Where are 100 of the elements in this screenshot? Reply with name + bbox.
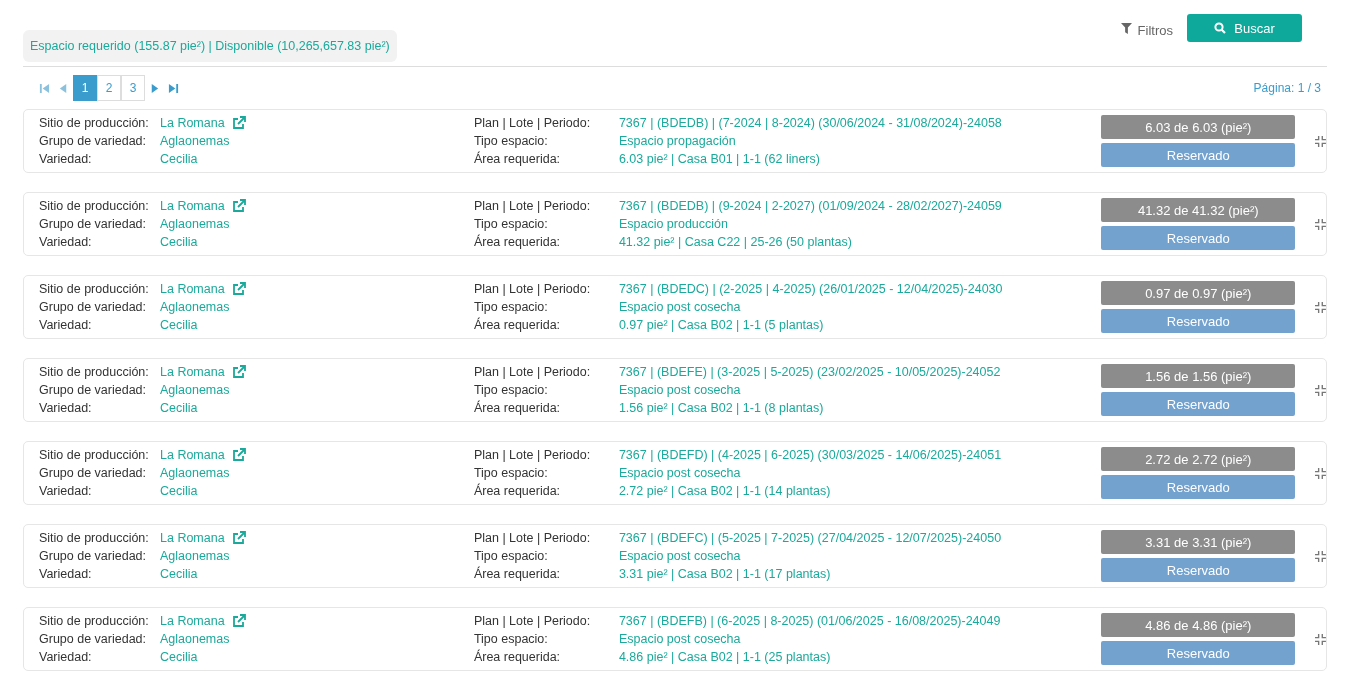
field-label: Área requerida:	[473, 235, 562, 249]
field-label: Grupo de variedad:	[39, 466, 147, 480]
field-value: Aglaonemas	[160, 300, 231, 314]
field-label: Tipo espacio:	[473, 300, 549, 314]
field-label: Variedad:	[39, 567, 93, 581]
field-value: Espacio post cosecha	[618, 549, 742, 563]
field-value: 7367 | (BDEFC) | (5-2025 | 7-2025) (27/04/2025 - 12/07/2025)-24050	[618, 531, 1003, 545]
field-label: Plan | Lote | Periodo:	[473, 116, 592, 130]
field-value: Cecilia	[160, 152, 199, 166]
page-button[interactable]: 3	[121, 75, 145, 101]
field-label: Grupo de variedad:	[39, 383, 147, 397]
field-label: Área requerida:	[473, 567, 562, 581]
field-value: Cecilia	[160, 650, 199, 664]
collapse-icon[interactable]	[1315, 301, 1326, 313]
field-label: Área requerida:	[473, 152, 562, 166]
field-value: 3.31 pie² | Casa B02 | 1-1 (17 plantas)	[618, 567, 832, 581]
page-button[interactable]: 1	[73, 75, 97, 101]
field-label: Tipo espacio:	[473, 632, 549, 646]
field-label: Grupo de variedad:	[39, 632, 147, 646]
field-label: Grupo de variedad:	[39, 217, 147, 231]
external-link-icon[interactable]	[231, 116, 246, 130]
field-value: Aglaonemas	[160, 383, 231, 397]
field-value: Aglaonemas	[160, 217, 231, 231]
status-button[interactable]: Reservado	[1101, 143, 1296, 167]
field-label: Área requerida:	[473, 401, 562, 415]
field-label: Variedad:	[39, 152, 93, 166]
field-value: 7367 | (BDEDB) | (7-2024 | 8-2024) (30/06/2024 - 31/08/2024)-24058	[618, 116, 1003, 130]
status-button[interactable]: Reservado	[1101, 475, 1296, 499]
collapse-icon[interactable]	[1315, 633, 1326, 645]
field-value: 4.86 pie² | Casa B02 | 1-1 (25 plantas)	[618, 650, 832, 664]
collapse-icon[interactable]	[1315, 218, 1326, 230]
field-value: Cecilia	[160, 567, 199, 581]
field-label: Sitio de producción:	[39, 614, 150, 628]
field-value: Espacio producción	[618, 217, 729, 231]
amount-badge: 0.97 de 0.97 (pie²)	[1101, 281, 1296, 305]
filters-link[interactable]: Filtros	[1137, 22, 1173, 38]
collapse-icon[interactable]	[1315, 550, 1326, 562]
site-link[interactable]: La Romana	[160, 614, 225, 628]
site-link[interactable]: La Romana	[160, 531, 225, 545]
field-label: Sitio de producción:	[39, 199, 150, 213]
collapse-icon[interactable]	[1315, 467, 1326, 479]
field-value: Aglaonemas	[160, 134, 231, 148]
field-value: 6.03 pie² | Casa B01 | 1-1 (62 liners)	[618, 152, 821, 166]
field-label: Plan | Lote | Periodo:	[473, 365, 592, 379]
external-link-icon[interactable]	[231, 448, 246, 462]
site-link[interactable]: La Romana	[160, 448, 225, 462]
field-value: 7367 | (BDEFB) | (6-2025 | 8-2025) (01/06/2025 - 16/08/2025)-24049	[618, 614, 1002, 628]
field-label: Variedad:	[39, 318, 93, 332]
field-label: Grupo de variedad:	[39, 134, 147, 148]
site-link[interactable]: La Romana	[160, 365, 225, 379]
last-page-icon[interactable]	[168, 82, 179, 94]
amount-badge: 3.31 de 3.31 (pie²)	[1101, 530, 1296, 554]
search-button[interactable]: Buscar	[1187, 14, 1302, 42]
status-button[interactable]: Reservado	[1101, 392, 1296, 416]
external-link-icon[interactable]	[231, 614, 246, 628]
summary-chip: Espacio requerido (155.87 pie²) | Disponible (10,265,657.83 pie²)	[23, 30, 397, 62]
field-value: Cecilia	[160, 318, 199, 332]
page-button[interactable]: 2	[97, 75, 121, 101]
next-page-icon[interactable]	[149, 82, 160, 94]
field-label: Área requerida:	[473, 318, 562, 332]
field-label: Plan | Lote | Periodo:	[473, 614, 592, 628]
field-label: Sitio de producción:	[39, 448, 150, 462]
field-label: Tipo espacio:	[473, 549, 549, 563]
status-button[interactable]: Reservado	[1101, 558, 1296, 582]
site-link[interactable]: La Romana	[160, 282, 225, 296]
amount-badge: 6.03 de 6.03 (pie²)	[1101, 115, 1296, 139]
site-link[interactable]: La Romana	[160, 199, 225, 213]
field-label: Plan | Lote | Periodo:	[473, 199, 592, 213]
field-label: Variedad:	[39, 650, 93, 664]
field-value: 1.56 pie² | Casa B02 | 1-1 (8 plantas)	[618, 401, 825, 415]
field-label: Sitio de producción:	[39, 116, 150, 130]
field-value: 7367 | (BDEFD) | (4-2025 | 6-2025) (30/03/2025 - 14/06/2025)-24051	[618, 448, 1003, 462]
field-value: Aglaonemas	[160, 466, 231, 480]
field-label: Plan | Lote | Periodo:	[473, 282, 592, 296]
field-label: Área requerida:	[473, 650, 562, 664]
field-value: Aglaonemas	[160, 549, 231, 563]
external-link-icon[interactable]	[231, 282, 246, 296]
status-button[interactable]: Reservado	[1101, 226, 1296, 250]
collapse-icon[interactable]	[1315, 384, 1326, 396]
field-value: Espacio post cosecha	[618, 300, 742, 314]
external-link-icon[interactable]	[231, 199, 246, 213]
field-label: Tipo espacio:	[473, 383, 549, 397]
previous-page-icon[interactable]	[58, 82, 69, 94]
external-link-icon[interactable]	[231, 365, 246, 379]
status-button[interactable]: Reservado	[1101, 309, 1296, 333]
field-label: Plan | Lote | Periodo:	[473, 448, 592, 462]
field-label: Variedad:	[39, 401, 93, 415]
field-value: Cecilia	[160, 235, 199, 249]
site-link[interactable]: La Romana	[160, 116, 225, 130]
first-page-icon[interactable]	[39, 82, 50, 94]
field-label: Tipo espacio:	[473, 466, 549, 480]
field-label: Sitio de producción:	[39, 531, 150, 545]
field-value: Espacio post cosecha	[618, 383, 742, 397]
field-label: Sitio de producción:	[39, 365, 150, 379]
external-link-icon[interactable]	[231, 531, 246, 545]
field-label: Grupo de variedad:	[39, 549, 147, 563]
status-button[interactable]: Reservado	[1101, 641, 1296, 665]
field-label: Variedad:	[39, 484, 93, 498]
filter-icon	[1120, 22, 1132, 34]
collapse-icon[interactable]	[1315, 135, 1326, 147]
